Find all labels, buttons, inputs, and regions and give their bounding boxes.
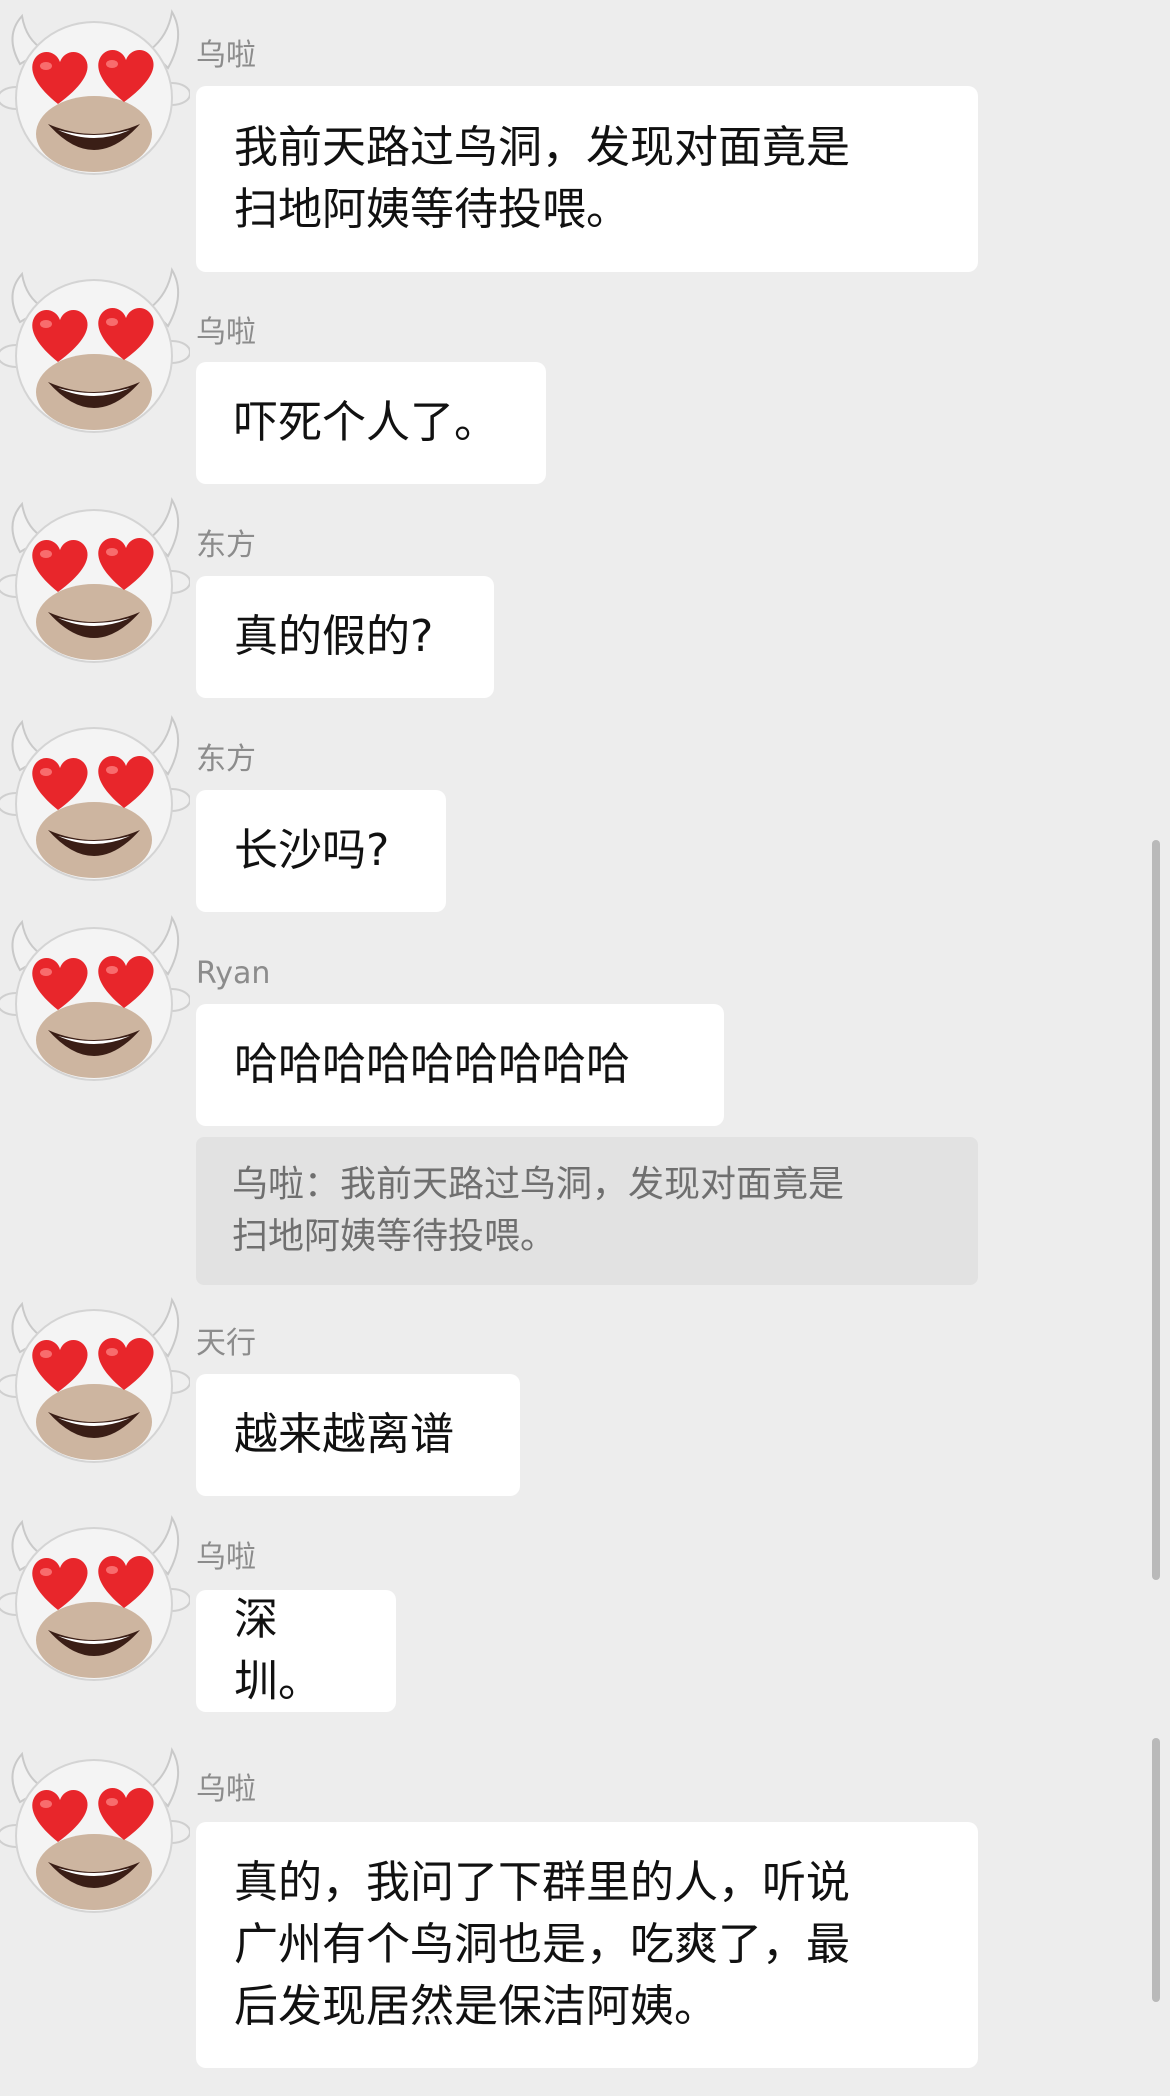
heart-eyes-cow-avatar[interactable] bbox=[0, 712, 190, 892]
message-bubble[interactable]: 哈哈哈哈哈哈哈哈哈 bbox=[196, 1004, 724, 1126]
sender-name: 乌啦 bbox=[196, 1772, 256, 1807]
heart-eyes-cow-avatar[interactable] bbox=[0, 264, 190, 444]
sender-name: 乌啦 bbox=[196, 315, 256, 350]
heart-eyes-cow-avatar[interactable] bbox=[0, 1512, 190, 1692]
message-bubble[interactable]: 我前天路过鸟洞，发现对面竟是 扫地阿姨等待投喂。 bbox=[196, 86, 978, 272]
heart-eyes-cow-avatar[interactable] bbox=[0, 912, 190, 1092]
message-bubble[interactable]: 吓死个人了。 bbox=[196, 362, 546, 484]
sender-name: 天行 bbox=[196, 1326, 256, 1361]
scrollbar-thumb-secondary[interactable] bbox=[1152, 1738, 1160, 2002]
heart-eyes-cow-avatar[interactable] bbox=[0, 6, 190, 186]
message-text: 越来越离谱 bbox=[234, 1409, 454, 1460]
message-bubble[interactable]: 真的，我问了下群里的人，听说 广州有个鸟洞也是，吃爽了，最 后发现居然是保洁阿姨… bbox=[196, 1822, 978, 2068]
scrollbar-thumb[interactable] bbox=[1152, 840, 1160, 1580]
sender-name: 东方 bbox=[196, 528, 256, 563]
sender-name: 乌啦 bbox=[196, 38, 256, 73]
sender-name: Ryan bbox=[196, 956, 271, 991]
message-bubble[interactable]: 长沙吗? bbox=[196, 790, 446, 912]
message-bubble[interactable]: 深圳。 bbox=[196, 1590, 396, 1712]
heart-eyes-cow-avatar[interactable] bbox=[0, 494, 190, 674]
sender-name: 东方 bbox=[196, 742, 256, 777]
message-text: 长沙吗? bbox=[234, 825, 390, 876]
message-text: 真的假的? bbox=[234, 611, 434, 662]
quoted-text: 乌啦：我前天路过鸟洞，发现对面竟是 扫地阿姨等待投喂。 bbox=[232, 1164, 845, 1257]
message-text: 吓死个人了。 bbox=[234, 397, 498, 448]
message-text: 哈哈哈哈哈哈哈哈哈 bbox=[234, 1039, 630, 1090]
heart-eyes-cow-avatar[interactable] bbox=[0, 1744, 190, 1924]
message-text: 真的，我问了下群里的人，听说 广州有个鸟洞也是，吃爽了，最 后发现居然是保洁阿姨… bbox=[234, 1857, 850, 2032]
message-text: 深圳。 bbox=[234, 1594, 322, 1707]
quoted-message[interactable]: 乌啦：我前天路过鸟洞，发现对面竟是 扫地阿姨等待投喂。 bbox=[196, 1137, 978, 1285]
message-bubble[interactable]: 越来越离谱 bbox=[196, 1374, 520, 1496]
heart-eyes-cow-avatar[interactable] bbox=[0, 1294, 190, 1474]
message-text: 我前天路过鸟洞，发现对面竟是 扫地阿姨等待投喂。 bbox=[234, 122, 850, 235]
sender-name: 乌啦 bbox=[196, 1540, 256, 1575]
message-bubble[interactable]: 真的假的? bbox=[196, 576, 494, 698]
